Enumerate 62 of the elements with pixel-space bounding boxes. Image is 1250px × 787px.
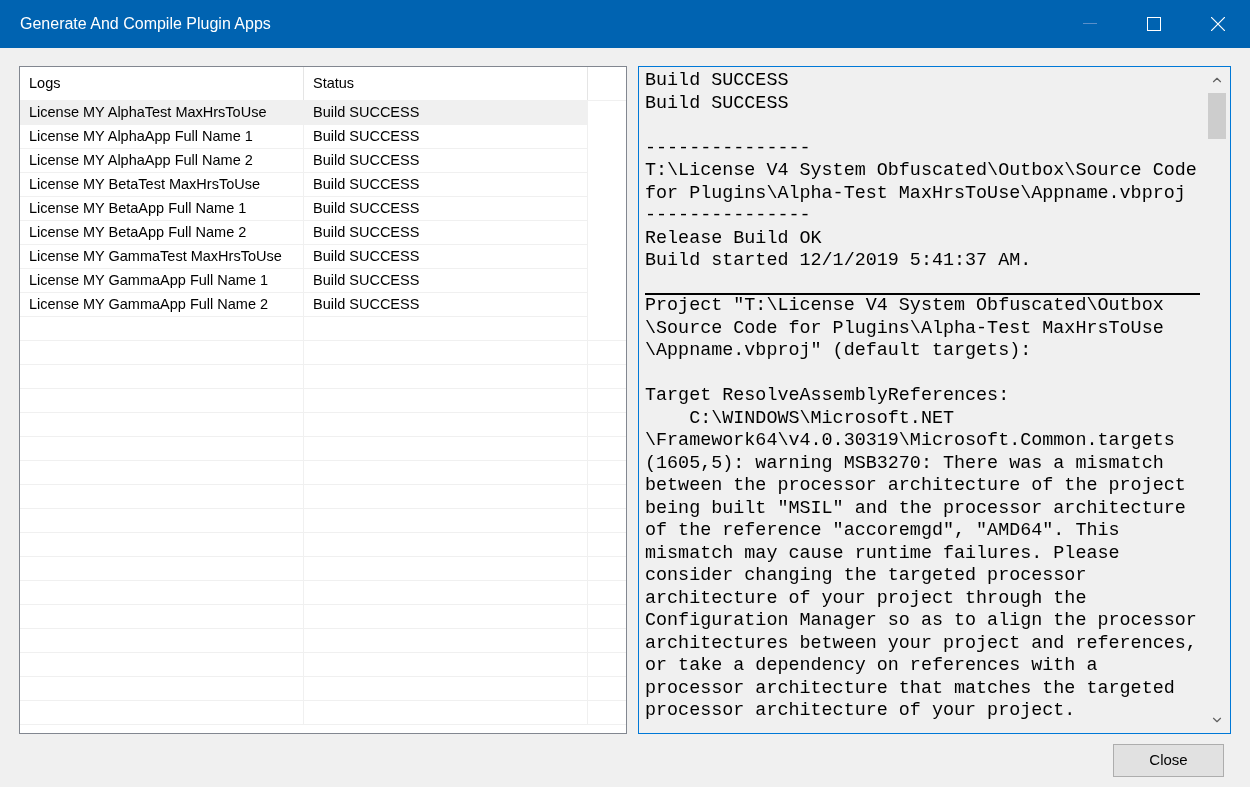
close-icon xyxy=(1211,17,1225,31)
table-cell: Build SUCCESS xyxy=(304,125,588,148)
log-line: processor architecture of your project. xyxy=(645,700,1077,723)
table-cell: Build SUCCESS xyxy=(304,173,588,196)
log-line: being built "MSIL" and the processor architecture xyxy=(645,497,1187,520)
table-cell: License MY GammaApp Full Name 1 xyxy=(20,269,304,292)
table-cell: Build SUCCESS xyxy=(304,293,588,316)
log-line: \Source Code for Plugins\Alpha-Test MaxHrsToUse xyxy=(645,317,1165,340)
table-row[interactable]: License MY AlphaApp Full Name 1 Build SUCCESS xyxy=(20,125,588,149)
table-cell: Build SUCCESS xyxy=(304,149,588,172)
maximize-icon xyxy=(1147,17,1161,31)
table-cell: Build SUCCESS xyxy=(304,101,588,124)
table-cell: Build SUCCESS xyxy=(304,221,588,244)
table-row[interactable]: License MY GammaApp Full Name 1 Build SUCCESS xyxy=(20,269,588,293)
log-line: or take a dependency on references with a xyxy=(645,655,1099,678)
log-line: Build started 12/1/2019 5:41:37 AM. xyxy=(645,250,1033,273)
close-dialog-button[interactable]: Close xyxy=(1113,744,1224,777)
table-cell: Build SUCCESS xyxy=(304,269,588,292)
table-row[interactable]: License MY AlphaTest MaxHrsToUse Build SUCCESS xyxy=(20,101,588,125)
log-line: processor architecture that matches the targeted xyxy=(645,677,1176,700)
window-title: Generate And Compile Plugin Apps xyxy=(20,14,272,34)
log-line: for Plugins\Alpha-Test MaxHrsToUse\Appname.vbproj xyxy=(645,182,1187,205)
table-cell: License MY AlphaApp Full Name 1 xyxy=(20,125,304,148)
column-header[interactable]: Status xyxy=(304,67,588,100)
log-line: --------------- xyxy=(645,205,812,228)
table-row[interactable]: License MY AlphaApp Full Name 2 Build SUCCESS xyxy=(20,149,588,173)
scrollbar-thumb[interactable] xyxy=(1208,93,1226,139)
table-cell: License MY GammaApp Full Name 2 xyxy=(20,293,304,316)
table-cell: License MY BetaTest MaxHrsToUse xyxy=(20,173,304,196)
log-textbox[interactable] xyxy=(638,66,1231,734)
log-line: --------------- xyxy=(645,137,812,160)
table-cell: License MY BetaApp Full Name 1 xyxy=(20,197,304,220)
log-line: of the reference "accoremgd", "AMD64". This xyxy=(645,520,1121,543)
minimize-icon xyxy=(1083,23,1097,25)
table-cell: License MY AlphaTest MaxHrsToUse xyxy=(20,101,304,124)
log-line: mismatch may cause runtime failures. Please xyxy=(645,542,1121,565)
table-cell: License MY BetaApp Full Name 2 xyxy=(20,221,304,244)
log-line: Project "T:\License V4 System Obfuscated\Outbox xyxy=(645,295,1165,318)
log-line: \Framework64\v4.0.30319\Microsoft.Common.targets xyxy=(645,430,1176,453)
log-line: Target ResolveAssemblyReferences: xyxy=(645,385,1011,408)
table-cell: Build SUCCESS xyxy=(304,245,588,268)
log-line: between the processor architecture of the project xyxy=(645,475,1187,498)
log-line: \Appname.vbproj" (default targets): xyxy=(645,340,1033,363)
table-cell: License MY GammaTest MaxHrsToUse xyxy=(20,245,304,268)
log-line: consider changing the targeted processor xyxy=(645,565,1088,588)
log-line: C:\WINDOWS\Microsoft.NET xyxy=(688,407,955,430)
table-cell: Build SUCCESS xyxy=(304,197,588,220)
log-line: T:\License V4 System Obfuscated\Outbox\Source Code xyxy=(645,160,1198,183)
log-line: Build SUCCESS xyxy=(645,92,790,115)
table-row[interactable]: License MY BetaTest MaxHrsToUse Build SUCCESS xyxy=(20,173,588,197)
table-cell: License MY AlphaApp Full Name 2 xyxy=(20,149,304,172)
log-line: (1605,5): warning MSB3270: There was a mismatch xyxy=(645,452,1165,475)
log-line: Build SUCCESS xyxy=(645,70,790,93)
table-row[interactable]: License MY BetaApp Full Name 1 Build SUCCESS xyxy=(20,197,588,221)
log-line: Release Build OK xyxy=(645,227,823,250)
log-line: architecture of your project through the xyxy=(645,587,1088,610)
table-row[interactable]: License MY GammaApp Full Name 2 Build SUCCESS xyxy=(20,293,588,317)
table-row[interactable]: License MY BetaApp Full Name 2 Build SUCCESS xyxy=(20,221,588,245)
column-header[interactable]: Logs xyxy=(20,67,304,100)
table-row[interactable]: License MY GammaTest MaxHrsToUse Build SUCCESS xyxy=(20,245,588,269)
log-line: Configuration Manager so as to align the processor xyxy=(645,610,1198,633)
log-line: architectures between your project and references, xyxy=(645,632,1198,655)
